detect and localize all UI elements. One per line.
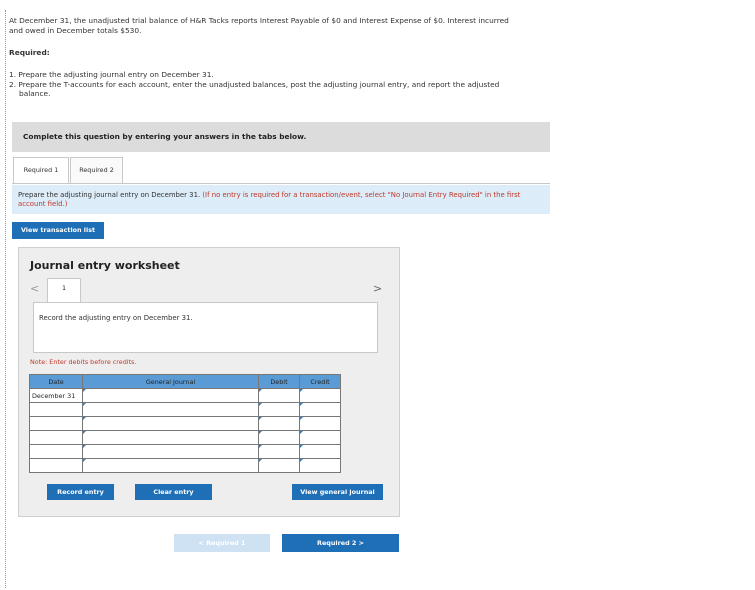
- account-cell[interactable]: [82, 430, 259, 445]
- header-date: Date: [29, 374, 83, 389]
- left-dotted-rule: [5, 10, 6, 588]
- view-general-journal-button[interactable]: View general journal: [292, 484, 383, 500]
- table-row: [29, 458, 341, 473]
- credit-cell[interactable]: [299, 388, 341, 403]
- required-label: Required:: [9, 48, 50, 57]
- credit-cell[interactable]: [299, 458, 341, 473]
- debit-cell[interactable]: [258, 458, 300, 473]
- table-row: [29, 444, 341, 459]
- record-instruction-box: Record the adjusting entry on December 3…: [33, 302, 378, 353]
- required-item-2-cont: balance.: [19, 89, 51, 98]
- intro-line-1: At December 31, the unadjusted trial bal…: [9, 16, 509, 25]
- journal-table: Date General Journal Debit Credit Decemb…: [29, 374, 341, 473]
- debit-cell[interactable]: [258, 402, 300, 417]
- date-cell[interactable]: [29, 458, 83, 473]
- date-cell[interactable]: December 31: [29, 388, 83, 403]
- account-cell[interactable]: [82, 416, 259, 431]
- info-paragraph: Prepare the adjusting journal entry on D…: [18, 191, 543, 208]
- header-credit: Credit: [299, 374, 341, 389]
- table-row: December 31: [29, 388, 341, 403]
- info-text: Prepare the adjusting journal entry on D…: [18, 191, 201, 199]
- table-row: [29, 416, 341, 431]
- record-entry-button[interactable]: Record entry: [47, 484, 114, 500]
- debit-cell[interactable]: [258, 430, 300, 445]
- header-debit: Debit: [258, 374, 300, 389]
- header-general-journal: General Journal: [82, 374, 259, 389]
- date-cell[interactable]: [29, 416, 83, 431]
- credit-cell[interactable]: [299, 430, 341, 445]
- problem-intro: At December 31, the unadjusted trial bal…: [9, 16, 569, 35]
- next-required-button[interactable]: Required 2 >: [282, 534, 399, 552]
- debit-credit-note: Note: Enter debits before credits.: [30, 358, 137, 366]
- journal-header-row: Date General Journal Debit Credit: [29, 374, 341, 389]
- account-cell[interactable]: [82, 388, 259, 403]
- account-cell[interactable]: [82, 402, 259, 417]
- view-transaction-list-button[interactable]: View transaction list: [12, 222, 104, 239]
- date-cell[interactable]: [29, 444, 83, 459]
- debit-cell[interactable]: [258, 416, 300, 431]
- prev-required-button[interactable]: < Required 1: [174, 534, 270, 552]
- clear-entry-button[interactable]: Clear entry: [135, 484, 212, 500]
- chevron-left-icon[interactable]: <: [30, 282, 39, 295]
- intro-line-2: and owed in December totals $530.: [9, 25, 142, 35]
- date-cell[interactable]: [29, 430, 83, 445]
- account-cell[interactable]: [82, 458, 259, 473]
- debit-cell[interactable]: [258, 444, 300, 459]
- credit-cell[interactable]: [299, 402, 341, 417]
- worksheet-title: Journal entry worksheet: [30, 259, 180, 272]
- tab-required-1[interactable]: Required 1: [13, 157, 69, 184]
- required-list: 1. Prepare the adjusting journal entry o…: [9, 70, 569, 99]
- journal-worksheet-panel: Journal entry worksheet < 1 > Record the…: [18, 247, 400, 517]
- debit-cell[interactable]: [258, 388, 300, 403]
- chevron-right-icon[interactable]: >: [373, 282, 382, 295]
- tab-divider: [12, 183, 550, 184]
- account-cell[interactable]: [82, 444, 259, 459]
- credit-cell[interactable]: [299, 444, 341, 459]
- record-instruction-text: Record the adjusting entry on December 3…: [39, 314, 193, 322]
- table-row: [29, 402, 341, 417]
- info-banner: Prepare the adjusting journal entry on D…: [12, 185, 550, 214]
- credit-cell[interactable]: [299, 416, 341, 431]
- date-cell[interactable]: [29, 402, 83, 417]
- table-row: [29, 430, 341, 445]
- instructions-text: Complete this question by entering your …: [23, 132, 307, 141]
- tab-required-2[interactable]: Required 2: [70, 157, 123, 184]
- instructions-bar: Complete this question by entering your …: [12, 122, 550, 152]
- required-item-1: 1. Prepare the adjusting journal entry o…: [9, 70, 214, 79]
- page-tab-1[interactable]: 1: [47, 278, 81, 303]
- required-item-2: 2. Prepare the T-accounts for each accou…: [9, 79, 500, 89]
